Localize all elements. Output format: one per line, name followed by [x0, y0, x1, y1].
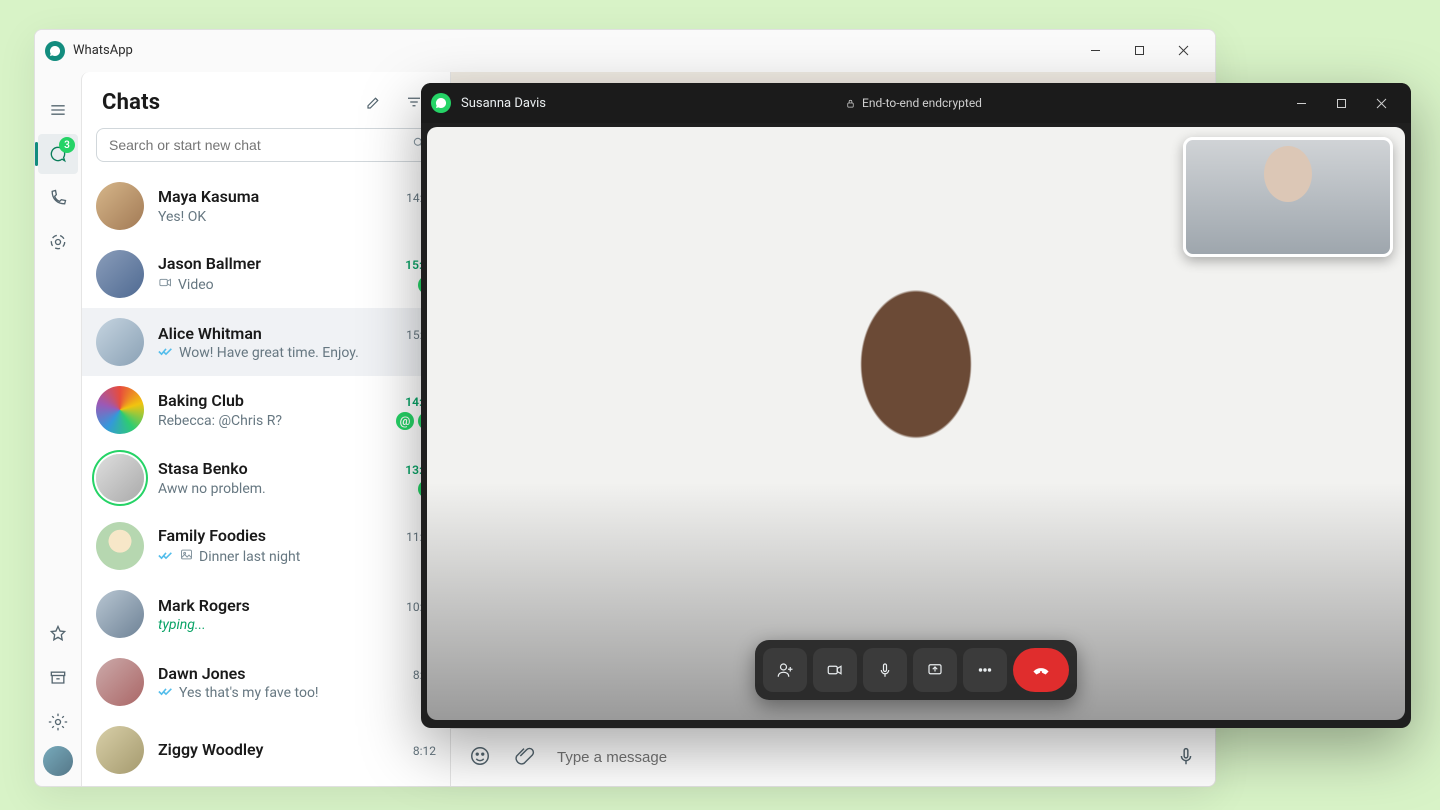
- chat-item[interactable]: Dawn Jones8:30Yes that's my fave too!: [82, 648, 450, 716]
- new-chat-button[interactable]: [358, 86, 390, 118]
- avatar: [96, 726, 144, 774]
- nav-archived[interactable]: [38, 658, 78, 698]
- remote-video: [427, 127, 1405, 720]
- read-ticks-icon: [158, 685, 174, 701]
- nav-rail: 3: [35, 72, 81, 786]
- phone-icon: [48, 188, 68, 208]
- more-options-button[interactable]: [963, 648, 1007, 692]
- chat-item[interactable]: Stasa Benko13:50Aww no problem.2: [82, 444, 450, 512]
- message-input[interactable]: [557, 741, 1153, 774]
- app-title: WhatsApp: [73, 43, 133, 58]
- image-icon: [179, 547, 194, 566]
- chat-name: Ziggy Woodley: [158, 740, 264, 759]
- voice-message-button[interactable]: [1175, 745, 1197, 771]
- chat-item[interactable]: Maya Kasuma14:58Yes! OK: [82, 172, 450, 240]
- chat-preview: Video: [178, 277, 413, 293]
- call-caller-name: Susanna Davis: [461, 96, 546, 111]
- chat-preview: Aww no problem.: [158, 481, 413, 497]
- chat-item[interactable]: Ziggy Woodley 8:12: [82, 716, 450, 784]
- nav-starred[interactable]: [38, 614, 78, 654]
- call-encryption-label: End-to-end endcrypted: [862, 96, 982, 110]
- share-screen-button[interactable]: [913, 648, 957, 692]
- search-input[interactable]: [96, 128, 436, 162]
- chat-list-panel: Chats Maya Kasuma14:58Yes! OKJason Ballm…: [81, 72, 451, 786]
- chat-preview: Wow! Have great time. Enjoy.: [179, 345, 436, 361]
- window-close-button[interactable]: [1161, 36, 1205, 66]
- avatar: [96, 590, 144, 638]
- compose-icon: [365, 93, 383, 111]
- chat-item[interactable]: Mark Rogers10:55typing...: [82, 580, 450, 648]
- avatar: [96, 386, 144, 434]
- chat-list-title: Chats: [102, 90, 358, 115]
- lock-icon: [845, 98, 856, 109]
- menu-icon: [48, 100, 68, 120]
- avatar: [96, 182, 144, 230]
- avatar: [96, 454, 144, 502]
- avatar: [96, 250, 144, 298]
- chat-name: Jason Ballmer: [158, 254, 261, 273]
- self-video-pip[interactable]: [1183, 137, 1393, 257]
- chat-item[interactable]: Alice Whitman15:15Wow! Have great time. …: [82, 308, 450, 376]
- toggle-mic-button[interactable]: [863, 648, 907, 692]
- gear-icon: [48, 712, 68, 732]
- chat-name: Dawn Jones: [158, 664, 245, 683]
- chat-preview: Dinner last night: [199, 549, 436, 565]
- toggle-camera-button[interactable]: [813, 648, 857, 692]
- chat-name: Baking Club: [158, 391, 244, 410]
- end-call-button[interactable]: [1013, 648, 1069, 692]
- nav-settings[interactable]: [38, 702, 78, 742]
- avatar: [96, 318, 144, 366]
- archive-icon: [48, 668, 68, 688]
- window-maximize-button[interactable]: [1117, 36, 1161, 66]
- whatsapp-logo-icon: [431, 93, 451, 113]
- nav-menu[interactable]: [38, 90, 78, 130]
- chat-name: Stasa Benko: [158, 459, 248, 478]
- chat-name: Mark Rogers: [158, 596, 250, 615]
- call-titlebar: Susanna Davis End-to-end endcrypted: [421, 83, 1411, 123]
- chat-item[interactable]: Family Foodies11:23Dinner last night: [82, 512, 450, 580]
- whatsapp-logo-icon: [45, 41, 65, 61]
- chat-list[interactable]: Maya Kasuma14:58Yes! OKJason Ballmer15:2…: [82, 172, 450, 786]
- video-icon: [158, 275, 173, 294]
- nav-chats[interactable]: 3: [38, 134, 78, 174]
- video-call-window: Susanna Davis End-to-end endcrypted: [421, 83, 1411, 728]
- chat-item[interactable]: Jason Ballmer15:20Video3: [82, 240, 450, 308]
- call-controls: [755, 640, 1077, 700]
- chat-preview: typing...: [158, 617, 436, 633]
- chat-name: Alice Whitman: [158, 324, 262, 343]
- call-window-maximize-button[interactable]: [1321, 89, 1361, 117]
- chat-preview: Yes! OK: [158, 209, 418, 225]
- read-ticks-icon: [158, 345, 174, 361]
- star-icon: [48, 624, 68, 644]
- chat-preview: Yes that's my fave too!: [179, 685, 436, 701]
- nav-calls[interactable]: [38, 178, 78, 218]
- chat-time: 8:12: [413, 744, 436, 758]
- mention-badge: @: [396, 412, 414, 430]
- avatar: [96, 658, 144, 706]
- read-ticks-icon: [158, 549, 174, 565]
- emoji-button[interactable]: [469, 745, 491, 771]
- chats-unread-badge: 3: [59, 137, 75, 153]
- add-participant-button[interactable]: [763, 648, 807, 692]
- avatar: [96, 522, 144, 570]
- chat-preview: Rebecca: @Chris R?: [158, 413, 391, 429]
- titlebar: WhatsApp: [35, 30, 1215, 72]
- status-icon: [48, 232, 68, 252]
- chat-item[interactable]: Baking Club14:43Rebecca: @Chris R?@1: [82, 376, 450, 444]
- message-composer: [451, 728, 1215, 786]
- call-window-minimize-button[interactable]: [1281, 89, 1321, 117]
- chat-name: Maya Kasuma: [158, 187, 259, 206]
- nav-status[interactable]: [38, 222, 78, 262]
- nav-profile-avatar[interactable]: [43, 746, 73, 776]
- window-minimize-button[interactable]: [1073, 36, 1117, 66]
- attach-button[interactable]: [513, 745, 535, 771]
- call-window-close-button[interactable]: [1361, 89, 1401, 117]
- chat-name: Family Foodies: [158, 526, 266, 545]
